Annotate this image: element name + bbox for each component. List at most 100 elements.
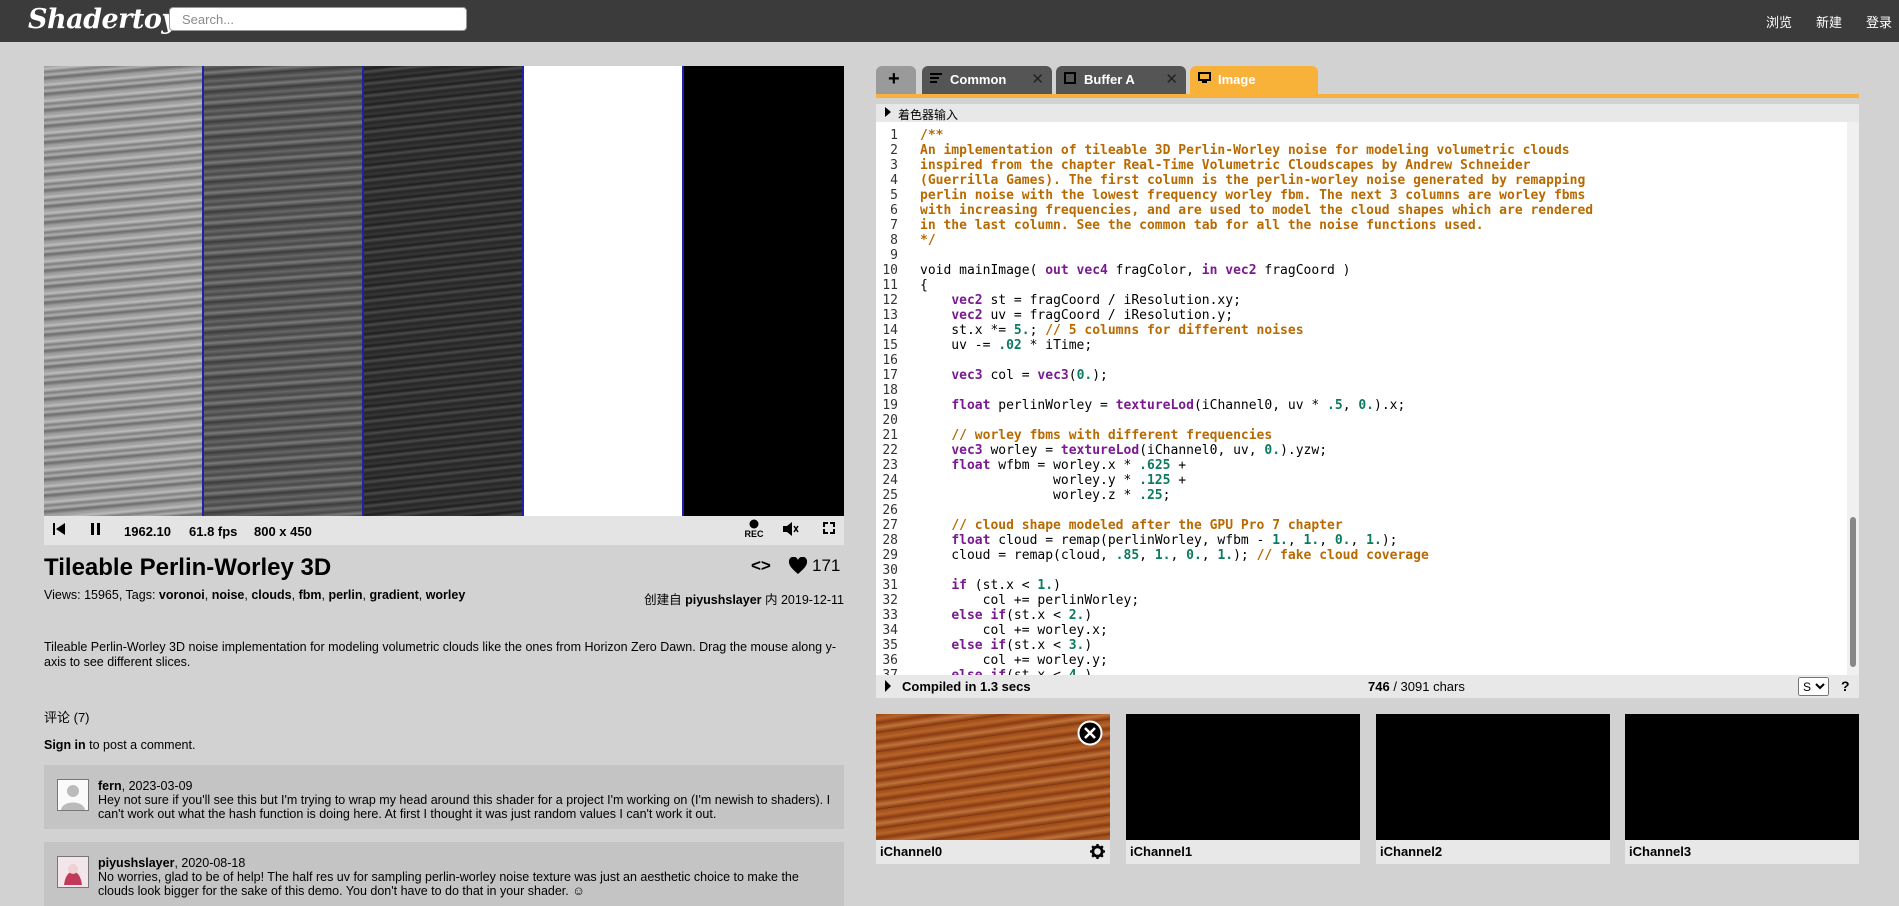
empty-channel-thumbnail[interactable] <box>1376 714 1610 840</box>
rewind-icon[interactable] <box>52 521 66 540</box>
code-line[interactable]: 31 if (st.x < 1.) <box>876 578 1847 593</box>
tag-link[interactable]: worley <box>426 588 466 602</box>
code-line[interactable]: 11 { <box>876 278 1847 293</box>
tag-link[interactable]: clouds <box>251 588 291 602</box>
code-line[interactable]: 33 else if(st.x < 2.) <box>876 608 1847 623</box>
channel-3[interactable]: iChannel3 <box>1625 714 1859 864</box>
code-line[interactable]: 30 <box>876 563 1847 578</box>
code-line[interactable]: 36 col += worley.y; <box>876 653 1847 668</box>
empty-channel-thumbnail[interactable] <box>1126 714 1360 840</box>
add-tab-button[interactable]: + <box>876 66 916 94</box>
scrollbar-thumb[interactable] <box>1850 517 1856 667</box>
tag-link[interactable]: fbm <box>299 588 322 602</box>
comment-author[interactable]: piyushslayer <box>98 856 174 870</box>
channel-label: iChannel2 <box>1380 844 1443 859</box>
code-line[interactable]: 5 perlin noise with the lowest frequency … <box>876 188 1847 203</box>
code-lines[interactable]: 1 /** 2 An implementation of tileable 3D Pe… <box>876 128 1847 675</box>
code-line[interactable]: 4 (Guerrilla Games). The first column is … <box>876 173 1847 188</box>
code-line[interactable]: 21 // worley fbms with different frequen… <box>876 428 1847 443</box>
code-line[interactable]: 27 // cloud shape modeled after the GPU … <box>876 518 1847 533</box>
like-button[interactable]: 171 <box>788 556 840 576</box>
code-line[interactable]: 29 cloud = remap(cloud, .85, 1., 0., 1.)… <box>876 548 1847 563</box>
code-line[interactable]: 24 worley.y * .125 + <box>876 473 1847 488</box>
code-text: void mainImage( out vec4 fragColor, in v… <box>920 263 1351 278</box>
font-size-select[interactable]: S <box>1798 677 1829 696</box>
avatar[interactable] <box>57 856 89 888</box>
code-line[interactable]: 10 void mainImage( out vec4 fragColor, in… <box>876 263 1847 278</box>
tab-buffer-a[interactable]: Buffer A ✕ <box>1056 66 1186 94</box>
code-line[interactable]: 20 <box>876 413 1847 428</box>
help-button[interactable]: ? <box>1841 678 1850 694</box>
code-line[interactable]: 34 col += worley.x; <box>876 623 1847 638</box>
code-line[interactable]: 19 float perlinWorley = textureLod(iChan… <box>876 398 1847 413</box>
close-icon[interactable]: ✕ <box>1031 70 1044 88</box>
pause-icon[interactable] <box>90 521 102 540</box>
line-number: 20 <box>882 413 898 428</box>
code-text: inspired from the chapter Real-Time Volu… <box>920 158 1531 173</box>
code-text: col += worley.x; <box>920 623 1108 638</box>
code-line[interactable]: 1 /** <box>876 128 1847 143</box>
nav-new-link[interactable]: 新建 <box>1816 12 1842 31</box>
code-line[interactable]: 23 float wfbm = worley.x * .625 + <box>876 458 1847 473</box>
like-count: 171 <box>812 556 841 575</box>
code-line[interactable]: 2 An implementation of tileable 3D Perlin… <box>876 143 1847 158</box>
comment-header: piyushslayer, 2020-08-18 <box>98 856 245 870</box>
editor-scrollbar[interactable] <box>1847 122 1859 675</box>
line-number: 9 <box>890 248 898 263</box>
code-line[interactable]: 16 <box>876 353 1847 368</box>
mute-icon[interactable] <box>782 521 800 540</box>
code-line[interactable]: 12 vec2 st = fragCoord / iResolution.xy; <box>876 293 1847 308</box>
close-icon[interactable]: ✕ <box>1165 70 1178 88</box>
code-editor[interactable]: 1 /** 2 An implementation of tileable 3D Pe… <box>876 122 1859 675</box>
nav-browse-link[interactable]: 浏览 <box>1766 12 1792 31</box>
tag-link[interactable]: gradient <box>369 588 418 602</box>
embed-code-icon[interactable]: <> <box>751 556 771 576</box>
shadertoy-logo[interactable]: Shadertoy <box>28 4 177 35</box>
tag-link[interactable]: noise <box>212 588 245 602</box>
code-line[interactable]: 35 else if(st.x < 3.) <box>876 638 1847 653</box>
channel-0[interactable]: iChannel0 <box>876 714 1110 864</box>
code-line[interactable]: 3 inspired from the chapter Real-Time Vol… <box>876 158 1847 173</box>
code-line[interactable]: 32 col += perlinWorley; <box>876 593 1847 608</box>
comment-author[interactable]: fern <box>98 779 122 793</box>
comment-date: , 2023-03-09 <box>121 779 193 793</box>
search-input[interactable] <box>169 7 467 31</box>
wood-texture-thumbnail[interactable] <box>876 714 1110 840</box>
code-line[interactable]: 28 float cloud = remap(perlinWorley, wfb… <box>876 533 1847 548</box>
top-bar: Shadertoy 浏览 新建 登录 <box>0 0 1899 42</box>
code-line[interactable]: 6 with increasing frequencies, and are us… <box>876 203 1847 218</box>
record-button[interactable]: REC <box>743 519 765 539</box>
fullscreen-icon[interactable] <box>822 521 836 538</box>
channel-label: iChannel3 <box>1629 844 1692 859</box>
tab-image[interactable]: Image <box>1190 66 1318 94</box>
shader-canvas[interactable] <box>44 66 844 516</box>
tag-link[interactable]: perlin <box>328 588 362 602</box>
nav-signin-link[interactable]: 登录 <box>1866 12 1892 31</box>
compile-status: Compiled in 1.3 secs <box>902 679 1031 694</box>
code-line[interactable]: 37 else if(st.x < 4.) <box>876 668 1847 675</box>
code-line[interactable]: 7 in the last column. See the common tab … <box>876 218 1847 233</box>
code-line[interactable]: 8 */ <box>876 233 1847 248</box>
code-line[interactable]: 26 <box>876 503 1847 518</box>
channel-1[interactable]: iChannel1 <box>1126 714 1360 864</box>
code-line[interactable]: 14 st.x *= 5.; // 5 columns for differen… <box>876 323 1847 338</box>
code-line[interactable]: 13 vec2 uv = fragCoord / iResolution.y; <box>876 308 1847 323</box>
code-line[interactable]: 18 <box>876 383 1847 398</box>
close-circle-icon[interactable] <box>1077 720 1103 749</box>
code-line[interactable]: 25 worley.z * .25; <box>876 488 1847 503</box>
tab-common[interactable]: Common ✕ <box>922 66 1052 94</box>
code-line[interactable]: 22 vec3 worley = textureLod(iChannel0, u… <box>876 443 1847 458</box>
shader-inputs-toggle[interactable]: 着色器输入 <box>876 104 1859 122</box>
code-line[interactable]: 15 uv -= .02 * iTime; <box>876 338 1847 353</box>
code-line[interactable]: 17 vec3 col = vec3(0.); <box>876 368 1847 383</box>
channel-2[interactable]: iChannel2 <box>1376 714 1610 864</box>
code-line[interactable]: 9 <box>876 248 1847 263</box>
avatar[interactable] <box>57 779 89 811</box>
author-link[interactable]: piyushslayer <box>685 593 761 607</box>
signin-link[interactable]: Sign in <box>44 738 86 752</box>
compile-toggle-icon[interactable] <box>884 680 892 695</box>
empty-channel-thumbnail[interactable] <box>1625 714 1859 840</box>
gear-icon[interactable] <box>1090 844 1105 862</box>
tag-link[interactable]: voronoi <box>159 588 205 602</box>
line-number: 32 <box>882 593 898 608</box>
